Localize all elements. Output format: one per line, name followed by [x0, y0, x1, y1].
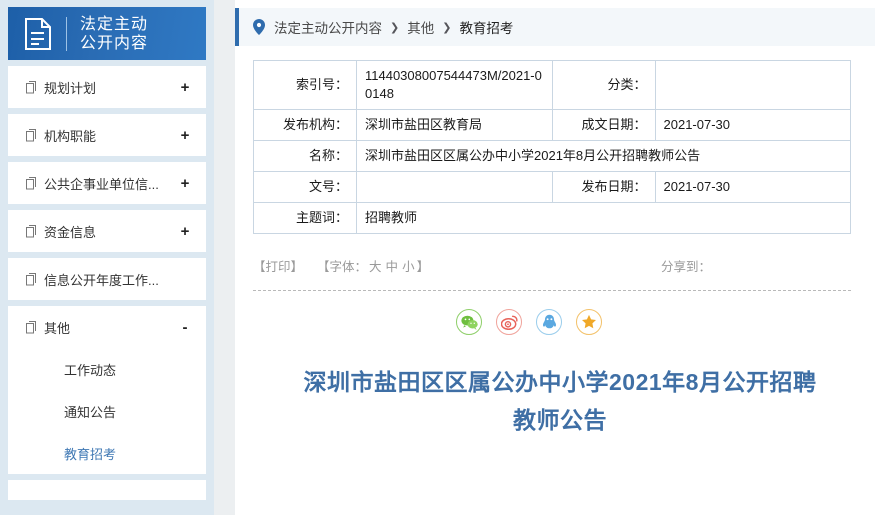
meta-label-written-date: 成文日期：: [551, 109, 656, 141]
sidebar: 法定主动 公开内容 规划计划 + 机构职能 + 公共企事业单位信... + 资金…: [0, 0, 214, 515]
share-to-label: 分享到：: [660, 259, 711, 274]
font-size-control: 【字体：大中小】: [317, 256, 429, 275]
share-icon-row: [235, 309, 885, 335]
wechat-glyph: [460, 315, 478, 330]
font-size-large-button[interactable]: 大: [369, 260, 382, 274]
expand-toggle-icon[interactable]: +: [178, 223, 192, 240]
sidebar-title: 法定主动 公开内容: [80, 15, 149, 52]
sidebar-item-funding[interactable]: 资金信息 +: [8, 210, 206, 252]
sidebar-item-planning[interactable]: 规划计划 +: [8, 66, 206, 108]
breadcrumb: 法定主动公开内容 ❯ 其他 ❯ 教育招考: [235, 8, 875, 46]
font-size-medium-button[interactable]: 中: [386, 260, 399, 274]
sidebar-card-2: 公共企事业单位信... +: [8, 162, 206, 204]
sidebar-item-label: 规划计划: [44, 80, 97, 96]
pages-icon: [26, 128, 36, 141]
meta-value-publish-date: 2021-07-30: [654, 171, 851, 203]
meta-value-written-date: 2021-07-30: [654, 109, 851, 141]
meta-label-keywords: 主题词：: [253, 202, 357, 234]
table-row: 发布机构： 深圳市盐田区教育局 成文日期： 2021-07-30: [253, 109, 851, 141]
breadcrumb-item-1[interactable]: 其他: [407, 17, 434, 37]
pages-icon: [26, 224, 36, 237]
expand-toggle-icon[interactable]: +: [178, 79, 192, 96]
expand-toggle-icon[interactable]: +: [178, 175, 192, 192]
sidebar-item-functions[interactable]: 机构职能 +: [8, 114, 206, 156]
meta-value-keywords: 招聘教师: [356, 202, 851, 234]
location-pin-icon: [253, 19, 265, 35]
meta-label-doc-number: 文号：: [253, 171, 357, 203]
meta-value-doc-number: [356, 171, 553, 203]
section-divider: [253, 290, 851, 291]
header-divider: [66, 16, 67, 51]
print-button[interactable]: 【打印】: [253, 256, 303, 275]
sidebar-item-label: 公共企事业单位信...: [44, 176, 159, 192]
sidebar-card-other: 其他 - 工作动态 通知公告 教育招考: [8, 306, 206, 474]
table-row: 主题词： 招聘教师: [253, 202, 851, 234]
breadcrumb-item-0[interactable]: 法定主动公开内容: [274, 17, 382, 37]
wechat-icon[interactable]: [456, 309, 482, 335]
sidebar-item-annual-report[interactable]: 信息公开年度工作...: [8, 258, 206, 300]
meta-label-category: 分类：: [551, 60, 656, 110]
star-glyph: [582, 314, 596, 329]
sidebar-nav: 规划计划 + 机构职能 + 公共企事业单位信... + 资金信息 + 信息公开年…: [0, 66, 214, 500]
sidebar-item-label: 其他: [44, 320, 71, 336]
metadata-table: 索引号： 11440308007544473M/2021-00148 分类： 发…: [253, 60, 851, 234]
breadcrumb-separator-icon: ❯: [442, 21, 452, 34]
sidebar-subitem-label: 教育招考: [64, 446, 117, 462]
sidebar-subitem-notices[interactable]: 通知公告: [8, 390, 206, 432]
breadcrumb-item-2[interactable]: 教育招考: [459, 17, 513, 37]
expand-toggle-icon[interactable]: +: [178, 127, 192, 144]
sidebar-item-label: 机构职能: [44, 128, 97, 144]
table-row: 索引号： 11440308007544473M/2021-00148 分类：: [253, 60, 851, 110]
weibo-icon[interactable]: [496, 309, 522, 335]
article-toolbar: 【打印】 【字体：大中小】 分享到：: [253, 254, 851, 276]
sidebar-item-label: 信息公开年度工作...: [44, 272, 159, 288]
sidebar-subitem-education-recruitment[interactable]: 教育招考: [8, 432, 206, 474]
pages-icon: [26, 80, 36, 93]
qq-icon[interactable]: [536, 309, 562, 335]
sidebar-card-4: 信息公开年度工作...: [8, 258, 206, 300]
table-row: 名称： 深圳市盐田区区属公办中小学2021年8月公开招聘教师公告: [253, 140, 851, 172]
qq-glyph: [542, 314, 556, 329]
breadcrumb-separator-icon: ❯: [390, 21, 400, 34]
collapse-toggle-icon[interactable]: -: [178, 319, 192, 336]
font-size-suffix: 】: [416, 259, 430, 274]
layout-gutter: [214, 0, 235, 515]
sidebar-card-0: 规划计划 +: [8, 66, 206, 108]
sidebar-subitem-work-updates[interactable]: 工作动态: [8, 348, 206, 390]
font-size-prefix: 【字体：: [317, 259, 368, 274]
meta-label-publish-date: 发布日期：: [551, 171, 656, 203]
article-title: 深圳市盐田区区属公办中小学2021年8月公开招聘教师公告: [303, 369, 817, 433]
main-content: 法定主动公开内容 ❯ 其他 ❯ 教育招考 索引号： 11440308007544…: [235, 0, 885, 515]
meta-value-issuer: 深圳市盐田区教育局: [356, 109, 553, 141]
sidebar-item-other[interactable]: 其他 -: [8, 306, 206, 348]
sidebar-item-label: 资金信息: [44, 224, 97, 240]
document-icon: [25, 17, 51, 50]
sidebar-subitem-label: 工作动态: [64, 362, 117, 378]
sidebar-card-1: 机构职能 +: [8, 114, 206, 156]
meta-value-category: [654, 60, 851, 110]
metadata-table-wrapper: 索引号： 11440308007544473M/2021-00148 分类： 发…: [253, 60, 851, 234]
meta-label-issuer: 发布机构：: [253, 109, 357, 141]
pages-icon: [26, 320, 36, 333]
weibo-glyph: [500, 315, 518, 330]
pages-icon: [26, 176, 36, 189]
font-size-small-button[interactable]: 小: [402, 260, 415, 274]
sidebar-card-next-partial[interactable]: [8, 480, 206, 500]
sidebar-header: 法定主动 公开内容: [8, 7, 206, 60]
page-root: 法定主动 公开内容 规划计划 + 机构职能 + 公共企事业单位信... + 资金…: [0, 0, 885, 515]
table-row: 文号： 发布日期： 2021-07-30: [253, 171, 851, 203]
meta-label-name: 名称：: [253, 140, 357, 172]
meta-label-index: 索引号：: [253, 60, 357, 110]
meta-value-index: 11440308007544473M/2021-00148: [356, 60, 553, 110]
meta-value-name: 深圳市盐田区区属公办中小学2021年8月公开招聘教师公告: [356, 140, 851, 172]
sidebar-item-public-enterprise[interactable]: 公共企事业单位信... +: [8, 162, 206, 204]
favorite-star-icon[interactable]: [576, 309, 602, 335]
sidebar-card-3: 资金信息 +: [8, 210, 206, 252]
sidebar-subitem-label: 通知公告: [64, 404, 117, 420]
pages-icon: [26, 272, 36, 285]
